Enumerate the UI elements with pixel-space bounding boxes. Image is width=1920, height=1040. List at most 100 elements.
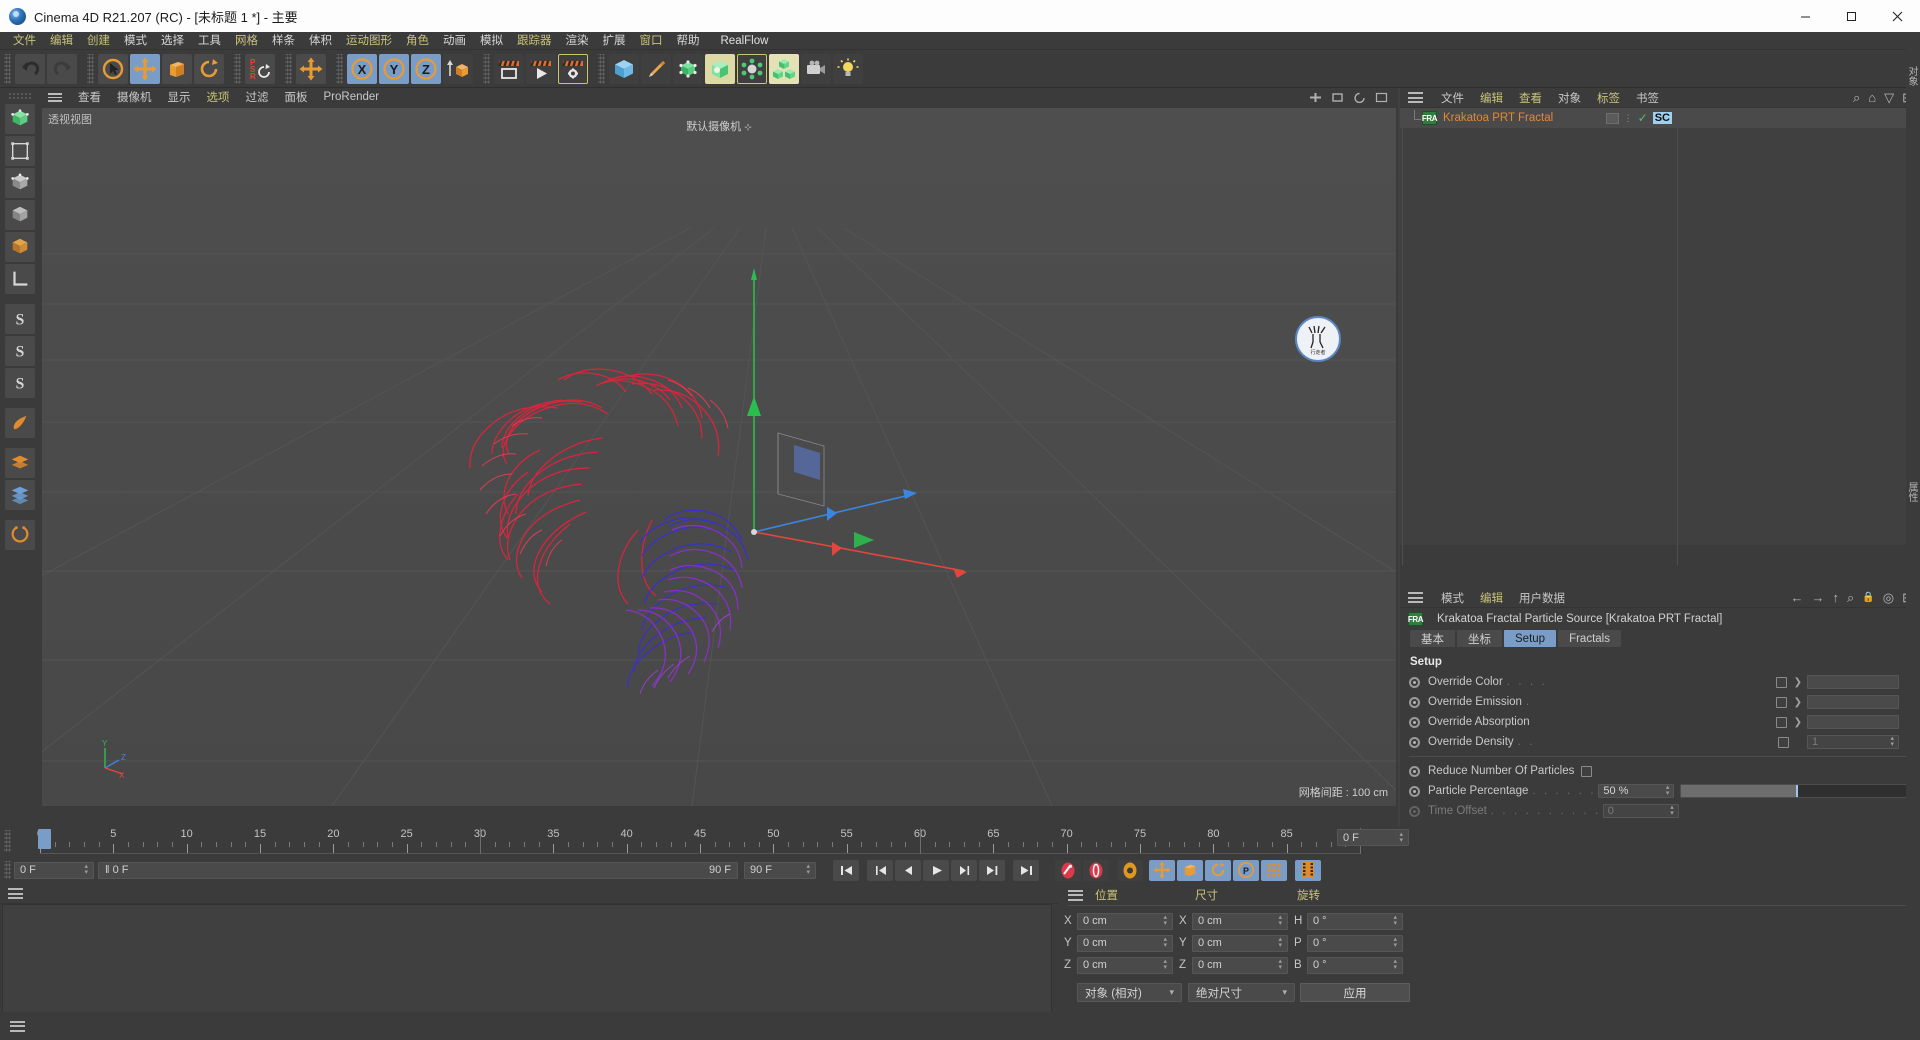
override-emission-animate-dot[interactable]	[1409, 696, 1420, 708]
expand-arrow-icon[interactable]: ❯	[1794, 697, 1802, 708]
menu-item-5[interactable]: 工具	[191, 32, 228, 50]
menu-item-2[interactable]: 创建	[80, 32, 117, 50]
world-object-axis-button[interactable]	[296, 53, 326, 84]
search-icon[interactable]: ⌕	[1853, 91, 1860, 104]
point-mode-button[interactable]: S	[5, 304, 35, 334]
attributes-tab-fractals[interactable]: Fractals	[1558, 630, 1621, 647]
expand-arrow-icon[interactable]: ❯	[1794, 677, 1802, 688]
current-frame-field[interactable]: 0 F ▴ ▾	[14, 861, 94, 879]
viewport-menu-item-0[interactable]: 查看	[70, 89, 109, 105]
toolbar-grip[interactable]	[234, 53, 241, 84]
preview-range-track[interactable]: ‖ 0 F 90 F	[98, 861, 738, 879]
next-frame-button[interactable]	[951, 859, 977, 881]
override-emission-checkbox[interactable]	[1775, 696, 1787, 708]
next-keyframe-button[interactable]	[979, 859, 1005, 881]
world-coordinate-button[interactable]	[443, 53, 473, 84]
add-generator-button[interactable]	[673, 53, 703, 84]
viewport-menu-item-2[interactable]: 显示	[160, 89, 199, 105]
menu-item-17[interactable]: 帮助	[670, 32, 707, 50]
add-deformer-button[interactable]	[737, 53, 767, 84]
expand-arrow-icon[interactable]: ❯	[1794, 717, 1802, 728]
viewport-menu-icon[interactable]	[48, 92, 62, 102]
stepper-icon[interactable]: ▴ ▾	[1163, 936, 1167, 949]
viewport-navigation-gizmo[interactable]: 行走者	[1295, 316, 1341, 362]
stepper-icon[interactable]: ▴ ▾	[806, 863, 810, 876]
move-tool-button[interactable]	[130, 53, 160, 84]
add-camera-button[interactable]	[801, 53, 831, 84]
lock-icon[interactable]: 🔒	[1862, 592, 1874, 604]
deformer-mode-button[interactable]	[5, 232, 35, 262]
timeline-controls-grip[interactable]	[4, 861, 11, 879]
particle-percentage-slider[interactable]	[1680, 784, 1911, 798]
maximize-button[interactable]	[1828, 0, 1874, 32]
forward-arrow-icon[interactable]: →	[1812, 591, 1825, 604]
render-settings-button[interactable]	[558, 53, 588, 84]
toolbar-grip[interactable]	[336, 53, 343, 84]
texture-mode-button[interactable]	[5, 200, 35, 230]
stepper-icon[interactable]: ▴ ▾	[1393, 936, 1397, 949]
rotate-tool-button[interactable]	[194, 53, 224, 84]
model-mode-button[interactable]	[5, 136, 35, 166]
position-y-field[interactable]: 0 cm ▴ ▾	[1077, 934, 1173, 952]
status-menu-icon[interactable]	[10, 1020, 25, 1032]
previous-keyframe-button[interactable]	[867, 859, 893, 881]
stepper-icon[interactable]: ▴ ▾	[1278, 958, 1282, 971]
menu-item-6[interactable]: 网格	[228, 32, 265, 50]
keyframe-selection-button[interactable]	[1117, 859, 1143, 881]
autokeying-button[interactable]	[1083, 859, 1109, 881]
viewport-menu-item-5[interactable]: 面板	[277, 89, 316, 105]
timeline-grip[interactable]	[4, 830, 11, 852]
redo-button[interactable]	[47, 53, 77, 84]
attributes-tab-基本[interactable]: 基本	[1410, 630, 1455, 647]
close-button[interactable]	[1874, 0, 1920, 32]
size-z-field[interactable]: 0 cm ▴ ▾	[1192, 956, 1288, 974]
menu-item-10[interactable]: 角色	[399, 32, 436, 50]
lock-y-axis-button[interactable]: Y	[379, 53, 409, 84]
play-button[interactable]	[923, 859, 949, 881]
previous-frame-button[interactable]	[895, 859, 921, 881]
undo-button[interactable]	[15, 53, 45, 84]
menu-item-4[interactable]: 选择	[154, 32, 191, 50]
toolbar-grip[interactable]	[598, 53, 605, 84]
override-absorption-animate-dot[interactable]	[1409, 716, 1420, 728]
add-cube-button[interactable]	[609, 53, 639, 84]
stepper-icon[interactable]: ▴ ▾	[1163, 914, 1167, 927]
object-manager-menu-item-2[interactable]: 查看	[1511, 90, 1550, 106]
up-arrow-icon[interactable]: ↑	[1833, 591, 1840, 604]
rotation-b-field[interactable]: 0 ° ▴ ▾	[1307, 956, 1403, 974]
filter-icon[interactable]: ▽	[1884, 91, 1894, 104]
position-x-field[interactable]: 0 cm ▴ ▾	[1077, 912, 1173, 930]
menu-item-14[interactable]: 渲染	[559, 32, 596, 50]
toolbar-grip[interactable]	[285, 53, 292, 84]
stepper-icon[interactable]: ▴ ▾	[1278, 936, 1282, 949]
reduce-particles-animate-dot[interactable]	[1409, 765, 1420, 777]
attributes-tab-setup[interactable]: Setup	[1504, 630, 1557, 647]
psr-tool-button[interactable]: P S R	[245, 53, 275, 84]
scale-tool-button[interactable]	[162, 53, 192, 84]
stepper-icon[interactable]: ▴ ▾	[1278, 914, 1282, 927]
minimize-button[interactable]	[1782, 0, 1828, 32]
object-manager-list[interactable]: FRA Krakatoa PRT Fractal ⋮ ✓ SC	[1400, 108, 1920, 565]
toolbar-grip[interactable]	[87, 53, 94, 84]
attributes-menu-item-2[interactable]: 用户数据	[1511, 590, 1573, 606]
lock-z-axis-button[interactable]: Z	[411, 53, 441, 84]
override-density-field[interactable]: 1 ▴ ▾	[1807, 735, 1899, 749]
enable-axis-button[interactable]	[5, 408, 35, 438]
position-key-button[interactable]	[1149, 859, 1175, 881]
attributes-tab-坐标[interactable]: 坐标	[1457, 630, 1502, 647]
stepper-icon[interactable]: ▴ ▾	[1393, 958, 1397, 971]
object-manager-menu-icon[interactable]	[1408, 92, 1423, 103]
lock-x-axis-button[interactable]: X	[347, 53, 377, 84]
add-mograph-cloner-button[interactable]	[769, 53, 799, 84]
coordinates-apply-button[interactable]: 应用	[1300, 983, 1410, 1002]
override-color-checkbox[interactable]	[1775, 676, 1787, 688]
edge-mode-button[interactable]: S	[5, 336, 35, 366]
menu-item-1[interactable]: 编辑	[43, 32, 80, 50]
viewport-menu-item-1[interactable]: 摄像机	[109, 89, 160, 105]
go-to-start-button[interactable]	[833, 859, 859, 881]
attributes-menu-item-0[interactable]: 模式	[1433, 590, 1472, 606]
right-frame-field[interactable]: 0 F ▴ ▾	[1337, 829, 1409, 846]
toolbar-grip[interactable]	[483, 53, 490, 84]
end-frame-field[interactable]: 90 F ▴ ▾	[744, 861, 816, 879]
playhead[interactable]	[38, 829, 51, 849]
